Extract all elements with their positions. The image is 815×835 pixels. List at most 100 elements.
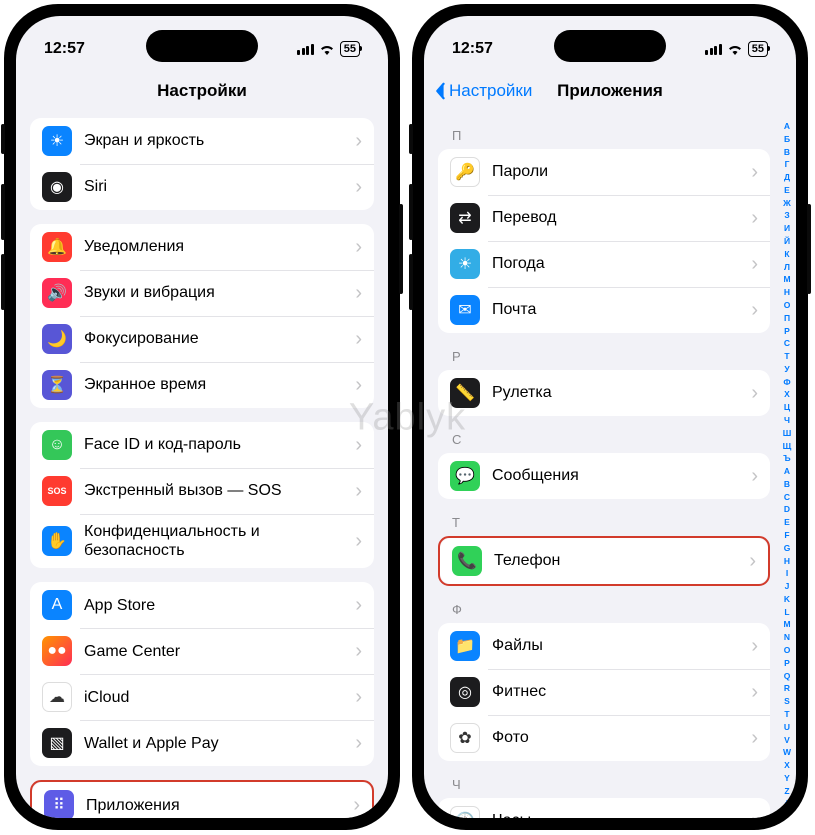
- index-letter[interactable]: #: [785, 799, 790, 808]
- row-icon: 🔊: [42, 278, 72, 308]
- index-letter[interactable]: Д: [784, 173, 790, 182]
- settings-row[interactable]: ☁ iCloud ›: [30, 674, 374, 720]
- index-letter[interactable]: U: [784, 723, 790, 732]
- chevron-left-icon: [434, 82, 446, 100]
- settings-row[interactable]: ✉ Почта ›: [438, 287, 770, 333]
- settings-row[interactable]: ✿ Фото ›: [438, 715, 770, 761]
- settings-row[interactable]: 📞 Телефон ›: [440, 538, 768, 584]
- index-letter[interactable]: Y: [784, 774, 790, 783]
- settings-group: 💬 Сообщения ›: [438, 453, 770, 499]
- index-letter[interactable]: X: [784, 761, 790, 770]
- index-letter[interactable]: Ш: [783, 429, 792, 438]
- chevron-right-icon: ›: [355, 236, 362, 259]
- index-letter[interactable]: R: [784, 684, 790, 693]
- index-letter[interactable]: Т: [784, 352, 789, 361]
- index-letter[interactable]: G: [784, 544, 791, 553]
- chevron-right-icon: ›: [751, 465, 758, 488]
- index-letter[interactable]: О: [784, 301, 791, 310]
- index-letter[interactable]: Р: [784, 327, 790, 336]
- settings-row[interactable]: 🕐 Часы ›: [438, 798, 770, 818]
- index-letter[interactable]: F: [784, 531, 789, 540]
- index-letter[interactable]: L: [784, 608, 789, 617]
- index-letter[interactable]: У: [784, 365, 789, 374]
- settings-group: 🕐 Часы ›: [438, 798, 770, 818]
- settings-row[interactable]: 🔔 Уведомления ›: [30, 224, 374, 270]
- index-letter[interactable]: P: [784, 659, 790, 668]
- settings-row[interactable]: 🌙 Фокусирование ›: [30, 316, 374, 362]
- index-letter[interactable]: E: [784, 518, 790, 527]
- index-letter[interactable]: H: [784, 557, 790, 566]
- index-letter[interactable]: D: [784, 505, 790, 514]
- index-letter[interactable]: J: [785, 582, 790, 591]
- chevron-right-icon: ›: [751, 727, 758, 750]
- settings-row[interactable]: 🔊 Звуки и вибрация ›: [30, 270, 374, 316]
- settings-row[interactable]: ●● Game Center ›: [30, 628, 374, 674]
- index-letter[interactable]: Z: [784, 787, 789, 796]
- settings-row[interactable]: ⠿ Приложения ›: [32, 782, 372, 818]
- index-letter[interactable]: S: [784, 697, 790, 706]
- row-icon: 🔑: [450, 157, 480, 187]
- settings-row[interactable]: ☀ Экран и яркость ›: [30, 118, 374, 164]
- battery-icon: 55: [748, 41, 768, 57]
- index-letter[interactable]: A: [784, 467, 790, 476]
- nav-bar: Настройки: [16, 70, 388, 112]
- index-letter[interactable]: Ъ: [783, 454, 790, 463]
- row-icon: ✉: [450, 295, 480, 325]
- index-letter[interactable]: Щ: [783, 442, 792, 451]
- index-letter[interactable]: Й: [784, 237, 790, 246]
- settings-row[interactable]: A App Store ›: [30, 582, 374, 628]
- index-letter[interactable]: M: [783, 620, 790, 629]
- settings-row[interactable]: ▧ Wallet и Apple Pay ›: [30, 720, 374, 766]
- index-letter[interactable]: М: [783, 275, 790, 284]
- index-letter[interactable]: Ц: [784, 403, 790, 412]
- index-letter[interactable]: W: [783, 748, 791, 757]
- settings-row[interactable]: ◉ Siri ›: [30, 164, 374, 210]
- settings-row[interactable]: ⇄ Перевод ›: [438, 195, 770, 241]
- phone-left: 12:57 55 Настройки ☀ Экран и яркость › ◉…: [4, 4, 400, 830]
- index-letter[interactable]: В: [784, 148, 790, 157]
- index-letter[interactable]: N: [784, 633, 790, 642]
- settings-row[interactable]: ◎ Фитнес ›: [438, 669, 770, 715]
- index-letter[interactable]: Ч: [784, 416, 790, 425]
- settings-row[interactable]: 📁 Файлы ›: [438, 623, 770, 669]
- index-letter[interactable]: И: [784, 224, 790, 233]
- settings-row[interactable]: 📏 Рулетка ›: [438, 370, 770, 416]
- index-letter[interactable]: I: [786, 569, 788, 578]
- index-letter[interactable]: Г: [785, 160, 790, 169]
- index-letter[interactable]: C: [784, 493, 790, 502]
- index-letter[interactable]: Ф: [783, 378, 790, 387]
- index-letter[interactable]: Б: [784, 135, 790, 144]
- index-letter[interactable]: O: [784, 646, 791, 655]
- index-letter[interactable]: Л: [784, 263, 790, 272]
- chevron-right-icon: ›: [751, 253, 758, 276]
- settings-row[interactable]: ☺ Face ID и код-пароль ›: [30, 422, 374, 468]
- index-letter[interactable]: B: [784, 480, 790, 489]
- row-label: Телефон: [494, 551, 743, 570]
- index-letter[interactable]: K: [784, 595, 790, 604]
- index-letter[interactable]: Н: [784, 288, 790, 297]
- index-letter[interactable]: С: [784, 339, 790, 348]
- index-letter[interactable]: А: [784, 122, 790, 131]
- index-letter[interactable]: Е: [784, 186, 790, 195]
- settings-list[interactable]: ☀ Экран и яркость › ◉ Siri › 🔔 Уведомлен…: [16, 112, 388, 818]
- index-letter[interactable]: Ж: [783, 199, 791, 208]
- index-letter[interactable]: Х: [784, 390, 790, 399]
- settings-row[interactable]: ⏳ Экранное время ›: [30, 362, 374, 408]
- apps-list[interactable]: П 🔑 Пароли › ⇄ Перевод › ☀ Погода › ✉ По…: [424, 112, 796, 818]
- settings-row[interactable]: SOS Экстренный вызов — SOS ›: [30, 468, 374, 514]
- back-button[interactable]: Настройки: [434, 81, 532, 101]
- index-letter[interactable]: П: [784, 314, 790, 323]
- index-letter[interactable]: К: [784, 250, 789, 259]
- index-letter[interactable]: З: [784, 211, 789, 220]
- row-label: Рулетка: [492, 383, 745, 402]
- section-header: Т: [438, 499, 770, 536]
- settings-row[interactable]: 🔑 Пароли ›: [438, 149, 770, 195]
- index-letter[interactable]: Q: [784, 672, 791, 681]
- settings-row[interactable]: ☀ Погода ›: [438, 241, 770, 287]
- section-index[interactable]: АБВГДЕЖЗИЙКЛМНОПРСТУФХЦЧШЩЪABCDEFGHIJKLM…: [780, 120, 794, 810]
- settings-row[interactable]: 💬 Сообщения ›: [438, 453, 770, 499]
- settings-row[interactable]: ✋ Конфиденциальность и безопасность ›: [30, 514, 374, 568]
- index-letter[interactable]: T: [784, 710, 789, 719]
- index-letter[interactable]: V: [784, 736, 790, 745]
- status-time: 12:57: [452, 40, 493, 58]
